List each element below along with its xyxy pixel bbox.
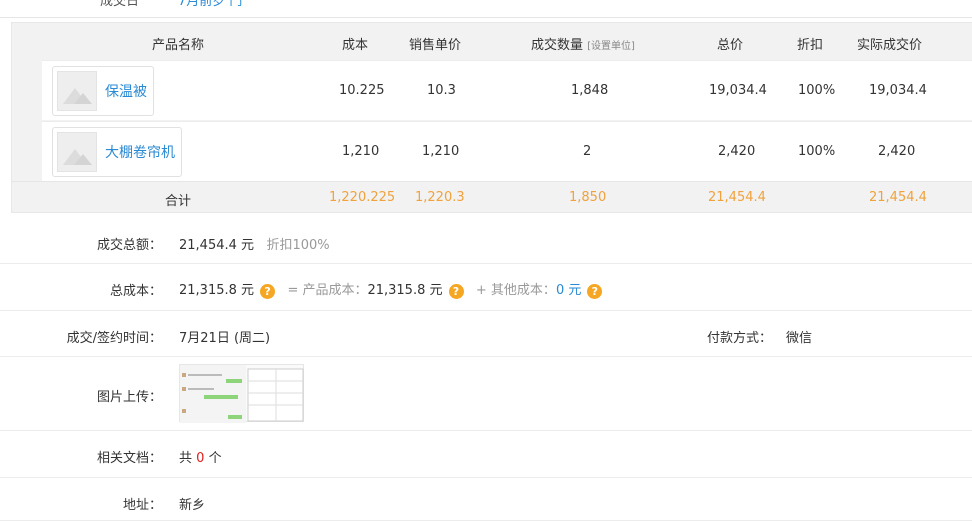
cell-total: 19,034.4: [709, 83, 767, 98]
payment-method-value: 微信: [786, 331, 813, 346]
related-docs-count: 0: [196, 451, 205, 466]
product-card[interactable]: 大棚卷帘机: [52, 127, 182, 177]
cell-total: 2,420: [718, 144, 756, 159]
col-cost: 成本: [342, 38, 369, 53]
other-cost-value: 0 元: [555, 283, 582, 298]
cell-unit-price: 10.3: [427, 83, 456, 98]
cell-unit-price: 1,210: [422, 144, 460, 159]
summary-label: 合计: [165, 194, 192, 209]
col-unit-price: 销售单价: [409, 38, 462, 53]
other-cost-label: + 其他成本：: [475, 283, 556, 298]
related-docs-row: 相关文档： 共 0 个: [0, 431, 972, 478]
col-actual-price: 实际成交价: [857, 38, 923, 53]
product-cost-value: 21,315.8 元: [367, 283, 443, 298]
summary-unit-price: 1,220.3: [415, 190, 465, 205]
question-circle-icon[interactable]: ?: [587, 284, 603, 299]
summary-qty: 1,850: [569, 190, 607, 205]
question-circle-icon[interactable]: ?: [260, 284, 276, 299]
summary-actual: 21,454.4: [869, 190, 927, 205]
related-docs-label: 相关文档：: [96, 451, 162, 466]
deal-date-field-label: 成交/签约时间：: [66, 331, 162, 346]
product-cost-label: = 产品成本：: [287, 283, 368, 298]
total-cost-row: 总成本： 21,315.8 元? = 产品成本：21,315.8 元? + 其他…: [0, 264, 972, 311]
cell-actual: 2,420: [878, 144, 916, 159]
product-card[interactable]: 保温被: [52, 66, 154, 116]
set-unit-link[interactable]: [设置单位]: [587, 41, 635, 52]
table-row: 大棚卷帘机 1,210 1,210 2 2,420 100% 2,420: [42, 121, 972, 181]
product-table: 产品名称 成本 销售单价 成交数量 [设置单位] 总价 折扣 实际成交价 保温被…: [11, 22, 972, 213]
chat-screenshot-icon: [180, 365, 304, 423]
address-label: 地址：: [122, 498, 162, 513]
cell-qty: 1,848: [571, 83, 609, 98]
image-upload-row: 图片上传：: [0, 357, 972, 431]
deal-date-value[interactable]: 7月前岁 门: [178, 0, 242, 9]
deal-total-value: 21,454.4 元 折扣100%: [179, 238, 330, 253]
related-docs-value[interactable]: 共 0 个: [179, 447, 222, 466]
image-placeholder-icon: [57, 132, 97, 172]
table-row: 保温被 10.225 10.3 1,848 19,034.4 100% 19,0…: [42, 60, 972, 120]
col-product-name: 产品名称: [152, 38, 205, 53]
product-name-link[interactable]: 大棚卷帘机: [105, 142, 175, 162]
cell-qty: 2: [583, 144, 592, 159]
deal-date-field-value: 7月21日 (周二): [179, 331, 271, 346]
address-value: 新乡: [179, 498, 206, 513]
col-qty: 成交数量 [设置单位]: [531, 38, 635, 53]
payment-method-label: 付款方式：: [707, 331, 773, 346]
cell-discount: 100%: [798, 144, 836, 159]
image-upload-label: 图片上传：: [96, 390, 162, 405]
question-circle-icon[interactable]: ?: [448, 284, 464, 299]
table-summary-row: 合计 1,220.225 1,220.3 1,850 21,454.4 21,4…: [12, 181, 972, 213]
deal-total-label: 成交总额：: [96, 238, 162, 253]
summary-cost: 1,220.225: [329, 190, 396, 205]
cell-cost: 10.225: [339, 83, 385, 98]
table-header: 产品名称 成本 销售单价 成交数量 [设置单位] 总价 折扣 实际成交价: [12, 23, 972, 60]
product-name-link[interactable]: 保温被: [105, 81, 147, 101]
cell-discount: 100%: [798, 83, 836, 98]
divider: [0, 17, 972, 18]
image-placeholder-icon: [57, 71, 97, 111]
cell-cost: 1,210: [342, 144, 380, 159]
summary-total: 21,454.4: [708, 190, 766, 205]
uploaded-image-thumbnail[interactable]: [179, 364, 304, 423]
deal-date-label: 成交日: [100, 0, 140, 9]
deal-date-row: 成交/签约时间： 7月21日 (周二) 付款方式： 微信: [0, 311, 972, 357]
cell-actual: 19,034.4: [869, 83, 927, 98]
total-cost-label: 总成本：: [109, 284, 162, 299]
top-strip: 成交日 7月前岁 门: [0, 0, 972, 18]
address-row: 地址： 新乡: [0, 478, 972, 521]
deal-total-row: 成交总额： 21,454.4 元 折扣100%: [0, 218, 972, 264]
col-total: 总价: [717, 38, 744, 53]
total-cost-value: 21,315.8 元? = 产品成本：21,315.8 元? + 其他成本：0 …: [179, 279, 603, 299]
deal-total-discount: 折扣100%: [266, 238, 330, 253]
col-discount: 折扣: [797, 38, 824, 53]
